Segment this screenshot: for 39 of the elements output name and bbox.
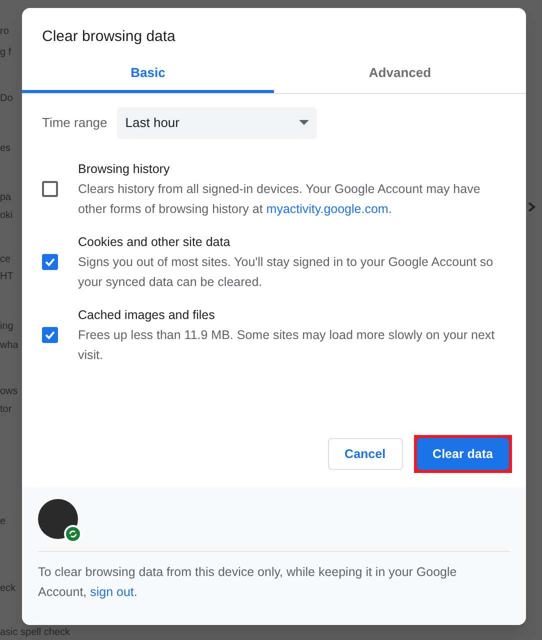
- background-text: HT: [0, 271, 14, 283]
- option-title: Cookies and other site data: [78, 234, 232, 250]
- background-text: oki: [0, 210, 13, 222]
- checkbox[interactable]: [42, 326, 58, 342]
- background-text: ro: [0, 26, 9, 38]
- option-description: Clears history from all signed-in devices. Your Google Account may have other forms of browsing history at myactivity.google.com.: [78, 180, 482, 218]
- footer-note: To clear browsing data from this device only, while keeping it in your Google Account, sign out.: [38, 564, 458, 601]
- background-text: ce: [0, 254, 11, 266]
- background-text: Do: [0, 93, 13, 105]
- option-title: Cached images and files: [78, 306, 216, 324]
- background-text: pa: [0, 192, 12, 204]
- background-text: wha: [0, 340, 18, 352]
- option-description: Signs you out of most sites. You'll stay signed in to your Google Account so your synced data can be cleared.: [78, 254, 494, 291]
- dialog-title: Clear browsing data: [41, 27, 176, 47]
- checkmark-icon: [44, 328, 56, 340]
- tab[interactable]: Advanced: [274, 56, 526, 92]
- background-text: es: [0, 143, 11, 155]
- tab[interactable]: Basic: [22, 56, 274, 92]
- cancel-button[interactable]: Cancel: [328, 438, 403, 470]
- field-label: Time range: [42, 114, 108, 132]
- option-description: Frees up less than 11.9 MB. Some sites may load more slowly on your next visit.: [78, 326, 496, 364]
- sync-icon: [64, 525, 82, 543]
- caret-icon: [299, 120, 310, 125]
- checkmark-icon: [44, 256, 56, 268]
- checkbox[interactable]: [42, 180, 58, 196]
- background-text: tor: [0, 404, 12, 416]
- time-range-dropdown[interactable]: Last hour: [117, 106, 318, 138]
- background-text: eck: [0, 583, 16, 595]
- background-text: g f: [0, 47, 12, 59]
- background-text: ing: [0, 321, 14, 333]
- checkbox[interactable]: [42, 254, 58, 270]
- sign-out-link[interactable]: sign out: [90, 585, 134, 599]
- option-title: Browsing history: [78, 160, 171, 178]
- clear-data-button[interactable]: Clear data: [416, 438, 509, 470]
- background-text: ows: [0, 386, 18, 398]
- chevron-icon: [528, 202, 536, 212]
- avatar: [38, 499, 78, 539]
- activity-link[interactable]: myactivity.google.com: [266, 202, 388, 216]
- background-text: e: [0, 516, 6, 528]
